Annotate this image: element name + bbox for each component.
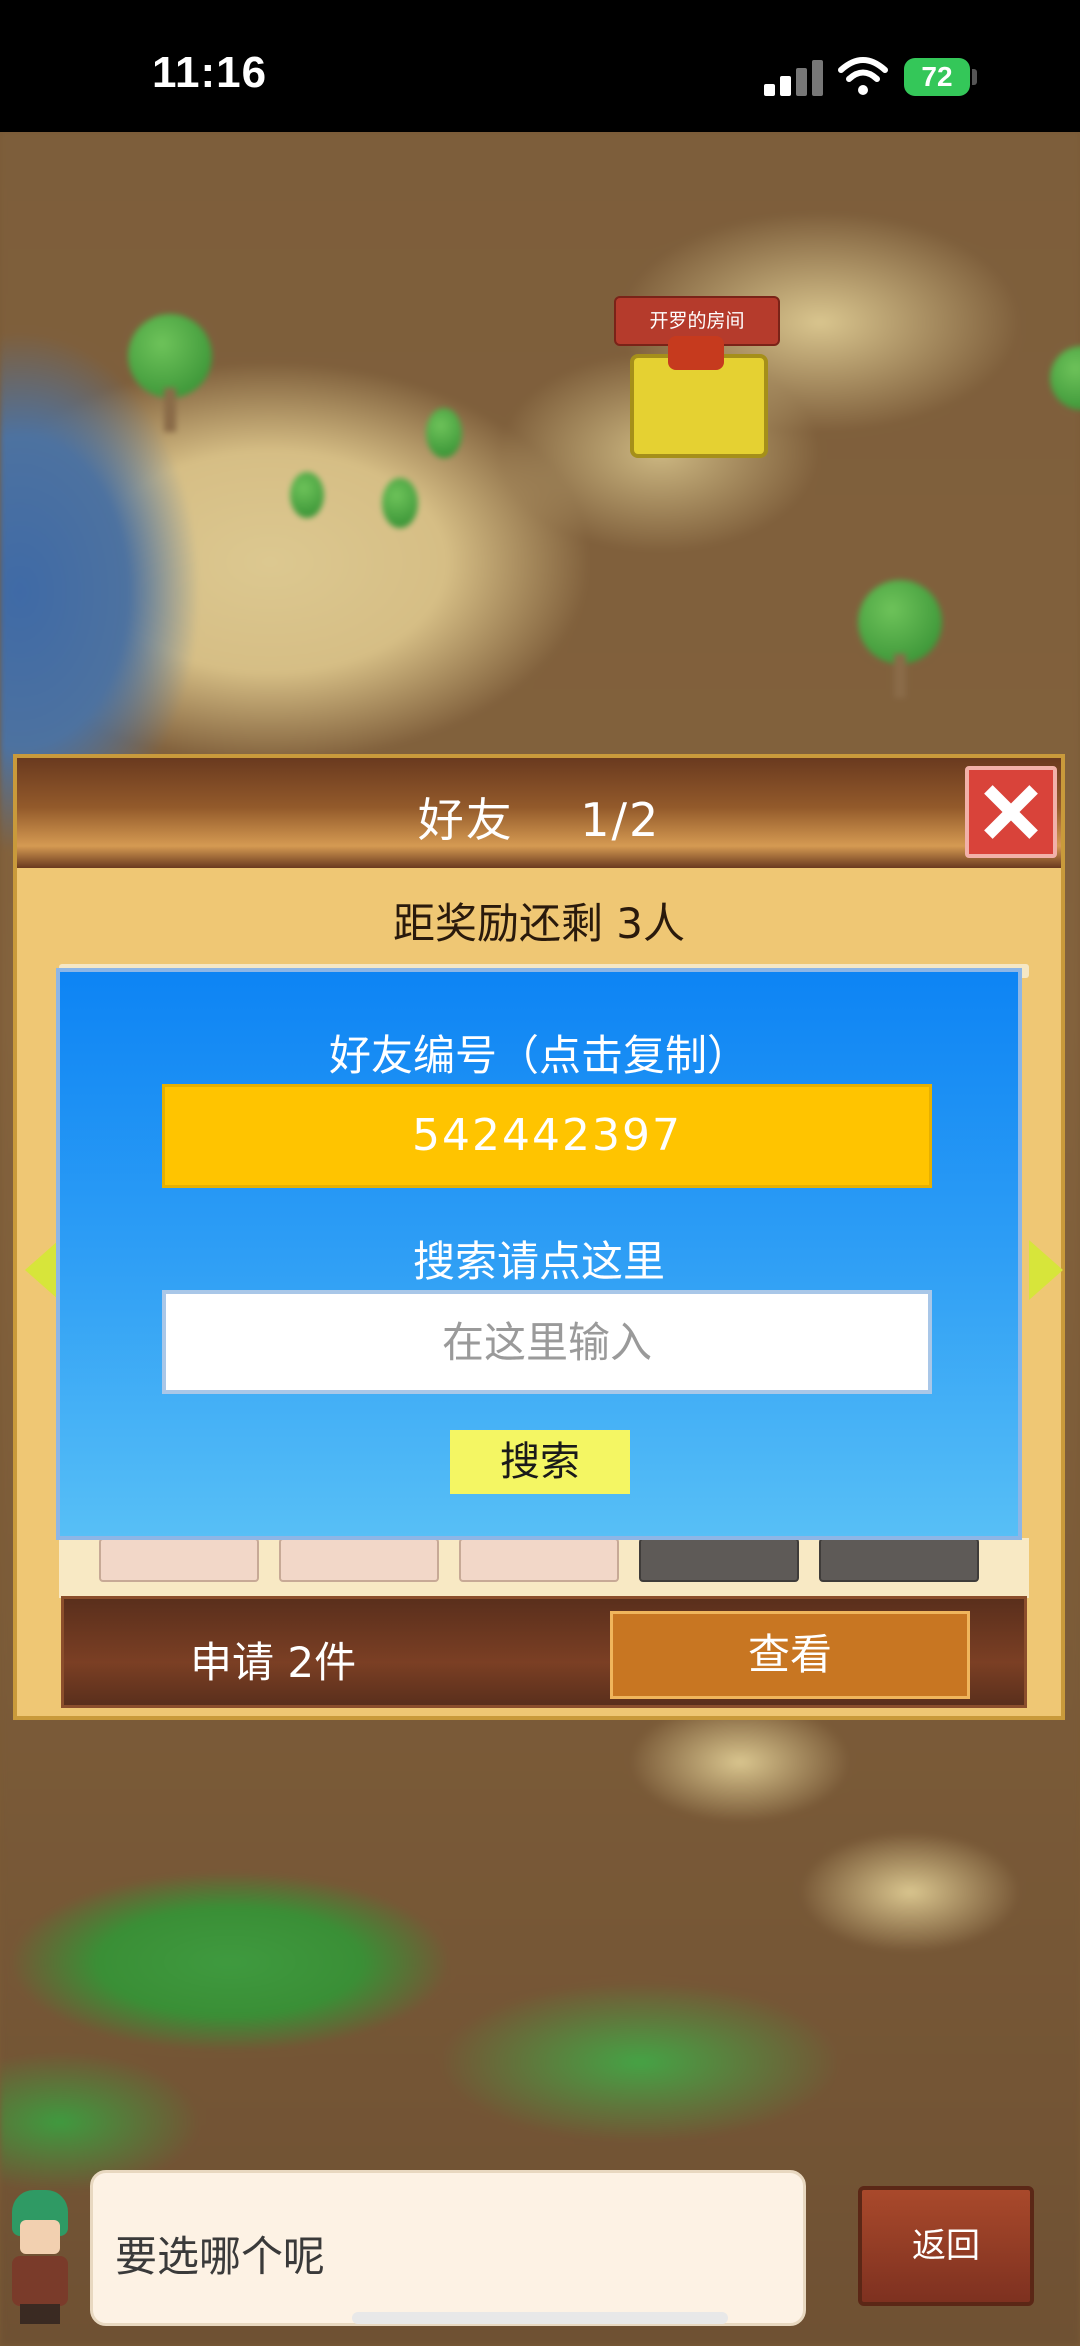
friend-id-label: 好友编号（点击复制） bbox=[328, 1031, 749, 1080]
tree-icon bbox=[290, 472, 324, 518]
friend-list bbox=[59, 1538, 1029, 1598]
search-input[interactable] bbox=[162, 1290, 932, 1394]
arrow-left-icon[interactable] bbox=[25, 1240, 59, 1300]
tree-trunk bbox=[894, 654, 906, 698]
friend-id-copy-button[interactable]: 542442397 bbox=[162, 1084, 932, 1188]
tree-icon bbox=[128, 314, 212, 398]
arrow-right-icon[interactable] bbox=[1029, 1240, 1063, 1300]
close-button[interactable] bbox=[965, 766, 1057, 858]
friend-card[interactable] bbox=[279, 1538, 439, 1582]
battery-tip bbox=[972, 69, 977, 85]
friend-card[interactable] bbox=[99, 1538, 259, 1582]
status-time: 11:16 bbox=[152, 48, 268, 97]
friend-search-panel: 好友编号（点击复制） 542442397 搜索请点这里 搜索 bbox=[56, 968, 1022, 1540]
wifi-icon bbox=[838, 57, 888, 95]
cellular-signal-icon bbox=[764, 60, 824, 96]
friend-card-empty bbox=[639, 1538, 799, 1582]
dialog-title: 好友 1/2 bbox=[417, 793, 661, 847]
requests-count: 申请 2件 bbox=[190, 1638, 357, 1687]
search-button[interactable]: 搜索 bbox=[450, 1430, 630, 1494]
status-bar: 11:16 72 bbox=[0, 0, 1080, 132]
friend-card[interactable] bbox=[459, 1538, 619, 1582]
tree-icon bbox=[858, 580, 942, 664]
friend-card-empty bbox=[819, 1538, 979, 1582]
dialog-header: 好友 1/2 bbox=[17, 758, 1061, 868]
speech-bubble: 要选哪个呢 bbox=[90, 2170, 806, 2326]
tree-icon bbox=[1050, 346, 1080, 410]
reward-progress: 距奖励还剩 3人 bbox=[392, 899, 686, 948]
room-building bbox=[630, 336, 768, 458]
battery-charging-icon: 72 bbox=[904, 58, 970, 96]
home-indicator[interactable] bbox=[352, 2312, 728, 2324]
tree-trunk bbox=[164, 388, 176, 432]
speech-text: 要选哪个呢 bbox=[115, 2232, 326, 2281]
avatar bbox=[0, 2186, 80, 2326]
search-label: 搜索请点这里 bbox=[412, 1237, 665, 1286]
tree-icon bbox=[426, 408, 462, 458]
back-button[interactable]: 返回 bbox=[858, 2186, 1034, 2306]
view-requests-button[interactable]: 查看 bbox=[610, 1611, 970, 1699]
requests-bar: 申请 2件 查看 bbox=[61, 1596, 1027, 1708]
tree-icon bbox=[382, 478, 418, 528]
